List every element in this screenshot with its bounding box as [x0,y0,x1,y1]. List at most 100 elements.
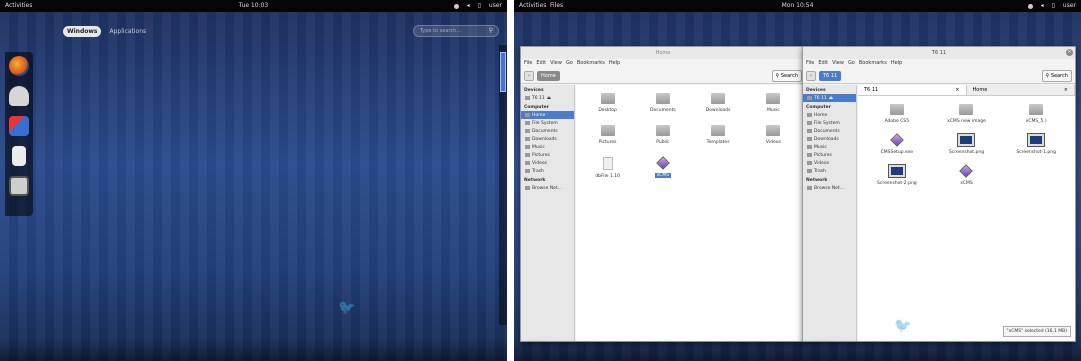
close-icon[interactable]: × [1066,49,1073,56]
file-item-selected[interactable]: xCMS [635,156,690,179]
user-menu[interactable]: user [1063,0,1076,12]
menu-edit[interactable]: Edit [536,59,546,68]
accessibility-icon[interactable] [1027,3,1033,9]
menu-view[interactable]: View [550,59,562,68]
file-item[interactable]: xCMS [932,164,1002,186]
file-item[interactable]: Pictures [580,125,635,145]
menu-help[interactable]: Help [891,59,902,68]
folder-icon [525,129,530,133]
clock[interactable]: Mon 10:54 [782,0,814,12]
clock[interactable]: Tue 10:03 [239,0,268,12]
file-item[interactable]: dbFile 1.10 [580,157,635,179]
menu-view[interactable]: View [832,59,844,68]
sidebar-item-browse-network[interactable]: Browse Net... [521,184,574,192]
file-item[interactable]: xCMS new image [932,104,1002,124]
camera-icon[interactable] [9,176,29,196]
user-menu[interactable]: user [489,0,502,12]
sidebar-item-browse-network[interactable]: Browse Net... [803,184,856,192]
menu-edit[interactable]: Edit [818,59,828,68]
sidebar-item-music[interactable]: Music [521,143,574,151]
tab-home[interactable]: Home × [966,85,1075,95]
network-icon [525,186,530,190]
file-label: xCMS [654,173,672,178]
search-button[interactable]: ⚲ Search [771,69,802,82]
file-manager-icon[interactable] [12,146,26,166]
file-item[interactable]: CMSSetup.exe [862,133,932,155]
menu-bookmarks[interactable]: Bookmarks [577,59,605,68]
back-button[interactable]: ‹ [524,70,534,81]
menu-file[interactable]: File [806,59,814,68]
path-crumb-t6-11[interactable]: T6 11 [819,70,842,81]
sidebar-item-music[interactable]: Music [803,143,856,151]
volume-icon[interactable]: ◂ [1041,0,1044,12]
tab-bar: T6 11 × Home × [858,85,1075,96]
sidebar-item-pictures[interactable]: Pictures [521,151,574,159]
sidebar-item-downloads[interactable]: Downloads [521,135,574,143]
activities-button[interactable]: Activities [519,0,546,12]
screenshot-app-icon[interactable] [9,116,29,136]
tab-t6-11[interactable]: T6 11 × [858,85,967,95]
menu-file[interactable]: File [524,59,532,68]
sidebar-item-file-system[interactable]: File System [521,119,574,127]
sidebar-item-t6-11[interactable]: T6 11 ⏏ [803,94,856,102]
sidebar-item-trash[interactable]: Trash [521,167,574,175]
search-input[interactable]: Type to search... ⚲ [413,25,499,37]
cloud-icon[interactable] [9,86,29,106]
volume-icon[interactable]: ◂ [467,0,470,12]
file-item[interactable]: Videos [746,125,801,145]
search-button[interactable]: ⚲ Search [1041,69,1072,82]
sidebar-item-videos[interactable]: Videos [803,159,856,167]
sidebar-item-t6-11[interactable]: T6 11 ⏏ [521,94,574,102]
menu-bookmarks[interactable]: Bookmarks [859,59,887,68]
file-item[interactable]: Templates [691,125,746,145]
sidebar-item-home[interactable]: Home [803,111,856,119]
search-placeholder: Type to search... [420,28,462,34]
file-item[interactable]: Adobe CS5 [862,104,932,124]
sidebar-item-documents[interactable]: Documents [521,127,574,135]
menu-go[interactable]: Go [566,59,573,68]
file-item[interactable]: Documents [635,93,690,113]
file-item[interactable]: Music [746,93,801,113]
file-label: xCMS new image [947,119,986,124]
path-crumb-home[interactable]: Home [537,70,560,81]
file-label: Music [766,108,780,113]
menu-help[interactable]: Help [609,59,620,68]
file-item[interactable]: xCMS_5.) [1001,104,1071,124]
tab-windows[interactable]: Windows [63,26,102,37]
menu-go[interactable]: Go [848,59,855,68]
file-item[interactable]: Downloads [691,93,746,113]
workspace-thumbnail[interactable] [500,52,506,92]
trash-icon [807,169,812,173]
network-icon[interactable]: ▯ [478,0,481,12]
back-button[interactable]: ‹ [806,70,816,81]
accessibility-icon[interactable] [453,3,459,9]
sidebar-item-downloads[interactable]: Downloads [803,135,856,143]
eject-icon[interactable]: ⏏ [829,96,833,101]
dash [5,52,33,216]
sidebar-item-label: Home [532,112,546,118]
sidebar-item-documents[interactable]: Documents [803,127,856,135]
firefox-icon[interactable] [9,56,29,76]
eject-icon[interactable]: ⏏ [547,96,551,101]
sidebar-item-home[interactable]: Home [521,111,574,119]
app-menu[interactable]: Files [550,0,563,12]
sidebar-item-trash[interactable]: Trash [803,167,856,175]
file-item[interactable]: Screenshot-2.png [862,164,932,186]
close-icon[interactable]: × [955,87,959,93]
file-item[interactable]: Desktop [580,93,635,113]
sidebar-header-computer: Computer [524,105,549,110]
home-icon [807,113,812,117]
activities-button[interactable]: Activities [5,0,32,12]
files-window-home: Home File Edit View Go Bookmarks Help ‹ … [520,46,806,342]
sidebar-item-label: Home [814,112,828,118]
close-icon[interactable]: × [1064,87,1068,93]
folder-icon [600,93,615,104]
sidebar-item-file-system[interactable]: File System [803,119,856,127]
sidebar-item-pictures[interactable]: Pictures [803,151,856,159]
file-item[interactable]: Screenshot-1.png [1001,133,1071,155]
battery-icon[interactable]: ▯ [1052,0,1055,12]
file-item[interactable]: Public [635,125,690,145]
tab-applications[interactable]: Applications [105,26,150,37]
sidebar-item-videos[interactable]: Videos [521,159,574,167]
file-item[interactable]: Screenshot.png [932,133,1002,155]
